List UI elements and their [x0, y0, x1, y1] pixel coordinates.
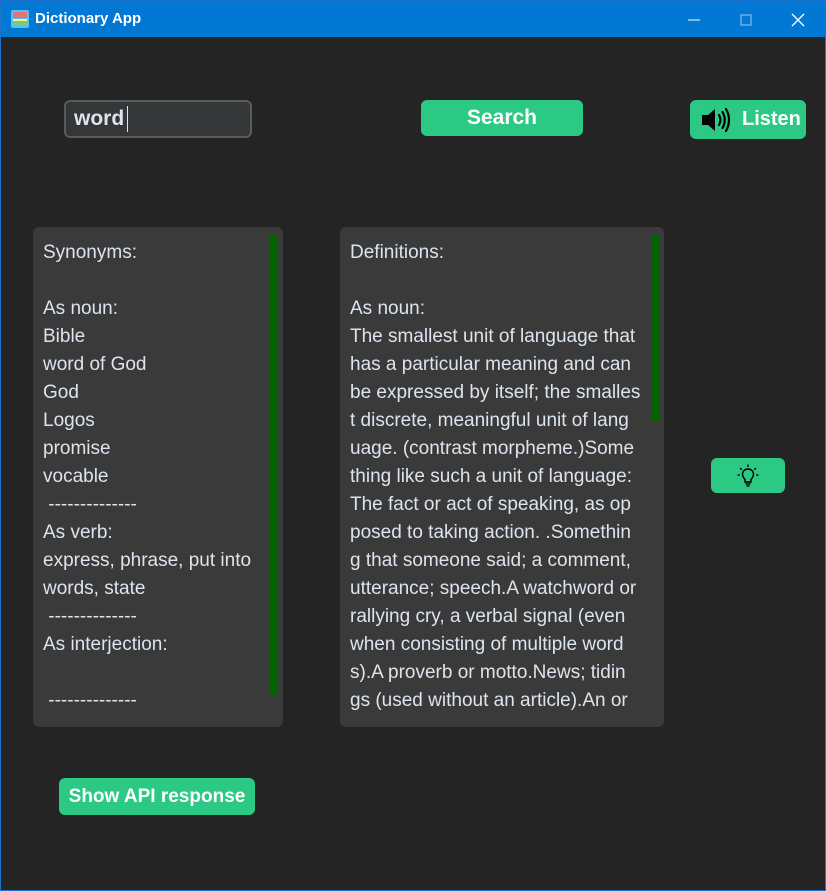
close-icon	[791, 13, 805, 27]
dictionary-app-icon	[10, 9, 30, 29]
synonyms-line: --------------	[43, 606, 137, 627]
synonyms-line: Bible	[43, 326, 86, 347]
show-api-response-button[interactable]: Show API response	[59, 778, 255, 815]
synonyms-line: Synonyms:	[43, 242, 137, 263]
definitions-text: Definitions: As noun: The smallest unit of…	[350, 239, 650, 715]
synonyms-line: vocable	[43, 466, 109, 487]
synonyms-line: promise	[43, 438, 111, 459]
synonyms-line: express, phrase, put into	[43, 550, 252, 571]
definitions-line: s).A proverb or motto.News; tidin	[350, 662, 626, 683]
minimize-button[interactable]	[669, 1, 721, 37]
speaker-icon	[702, 107, 731, 132]
definitions-line: be expressed by itself; the smalles	[350, 382, 641, 403]
search-input[interactable]	[64, 100, 252, 138]
definitions-line: when consisting of multiple word	[350, 634, 624, 655]
synonyms-line	[43, 659, 251, 687]
definitions-line: The smallest unit of language that	[350, 326, 636, 347]
definitions-line: g that someone said; a comment,	[350, 550, 631, 571]
synonyms-line: Logos	[43, 410, 95, 431]
definitions-line: uage. (contrast morpheme.)Some	[350, 438, 635, 459]
listen-button[interactable]: Listen	[690, 100, 806, 139]
synonyms-text: Synonyms: As noun: Bible word of God God Logo…	[43, 239, 251, 715]
listen-label: Listen	[742, 108, 801, 130]
synonyms-line	[43, 267, 251, 295]
definitions-line: has a particular meaning and can	[350, 354, 631, 375]
definitions-line	[350, 267, 650, 295]
synonyms-line: words, state	[43, 578, 146, 599]
close-button[interactable]	[773, 1, 825, 37]
definitions-panel[interactable]: Definitions: As noun: The smallest unit of…	[340, 227, 664, 727]
synonyms-line: God	[43, 382, 79, 403]
definitions-line: The fact or act of speaking, as op	[350, 494, 631, 515]
synonyms-panel[interactable]: Synonyms: As noun: Bible word of God God Logo…	[33, 227, 283, 727]
window-title: Dictionary App	[35, 10, 142, 27]
hint-button[interactable]	[711, 458, 785, 493]
synonyms-line: word of God	[43, 354, 147, 375]
synonyms-line: As verb:	[43, 522, 113, 543]
definitions-line: gs (used without an article).An or	[350, 690, 628, 711]
definitions-line: Definitions:	[350, 242, 444, 263]
synonyms-line: --------------	[43, 690, 137, 711]
synonyms-line: --------------	[43, 494, 137, 515]
text-cursor	[127, 106, 128, 132]
definitions-line: thing like such a unit of language:	[350, 466, 633, 487]
minimize-icon	[688, 19, 700, 21]
maximize-icon	[740, 14, 752, 26]
definitions-line: utterance; speech.A watchword or	[350, 578, 637, 599]
synonyms-line: As interjection:	[43, 634, 168, 655]
title-bar[interactable]: Dictionary App	[1, 1, 825, 37]
synonyms-line: As noun:	[43, 298, 118, 319]
definitions-line: t discrete, meaningful unit of lang	[350, 410, 629, 431]
maximize-button[interactable]	[721, 1, 773, 37]
definitions-line: rallying cry, a verbal signal (even	[350, 606, 626, 627]
lightbulb-icon	[737, 464, 759, 487]
definitions-line: As noun:	[350, 298, 425, 319]
app-window: Dictionary App Search Listen	[0, 0, 826, 891]
search-button[interactable]: Search	[421, 100, 583, 136]
definitions-line: posed to taking action. .Somethin	[350, 522, 631, 543]
synonyms-scrollbar[interactable]	[269, 235, 278, 695]
definitions-scrollbar[interactable]	[651, 235, 660, 422]
